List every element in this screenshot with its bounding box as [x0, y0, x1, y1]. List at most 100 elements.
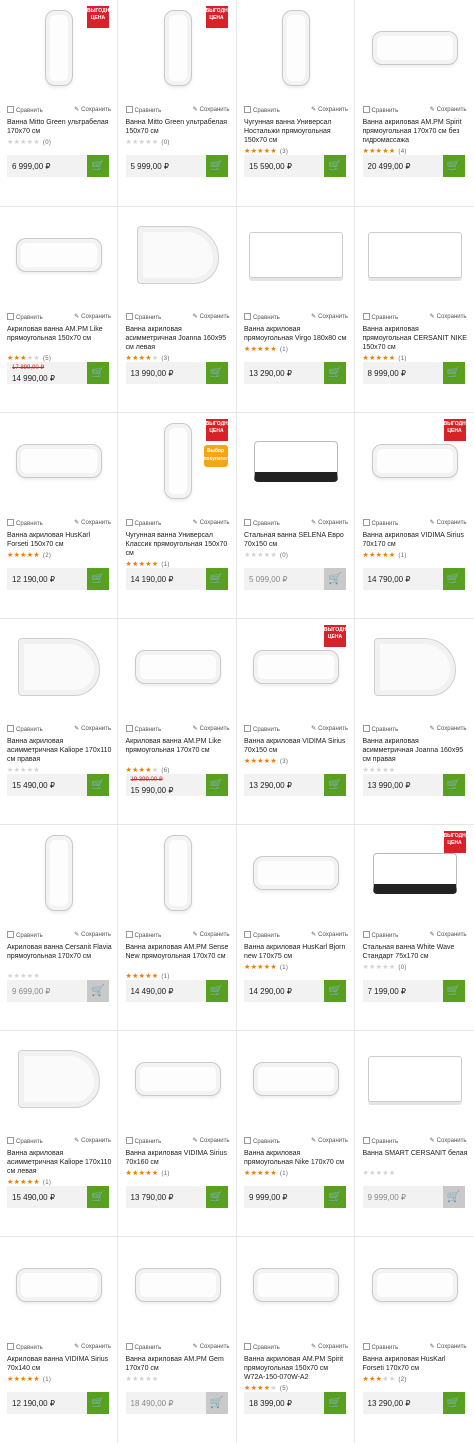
- add-to-cart-button[interactable]: 🛒: [87, 155, 109, 177]
- save-toggle[interactable]: ✎ Сохранить: [74, 106, 111, 114]
- compare-toggle[interactable]: Сравнить: [362, 725, 398, 733]
- save-toggle[interactable]: ✎ Сохранить: [311, 519, 348, 527]
- save-toggle[interactable]: ✎ Сохранить: [430, 1137, 467, 1145]
- add-to-cart-button[interactable]: 🛒: [205, 774, 228, 796]
- bathtub-image[interactable]: [45, 835, 73, 911]
- bathtub-image[interactable]: [134, 1268, 221, 1302]
- compare-toggle[interactable]: Сравнить: [362, 1343, 398, 1351]
- bathtub-image[interactable]: [282, 10, 310, 86]
- save-toggle[interactable]: ✎ Сохранить: [311, 1343, 348, 1351]
- save-toggle[interactable]: ✎ Сохранить: [193, 106, 230, 114]
- compare-toggle[interactable]: Сравнить: [125, 931, 161, 939]
- save-toggle[interactable]: ✎ Сохранить: [193, 725, 230, 733]
- compare-toggle[interactable]: Сравнить: [7, 1343, 43, 1351]
- bathtub-image[interactable]: [371, 31, 458, 65]
- save-toggle[interactable]: ✎ Сохранить: [430, 1343, 467, 1351]
- compare-toggle[interactable]: Сравнить: [362, 313, 398, 321]
- product-title[interactable]: Стальная ванна White Wave Стандарт 75х17…: [363, 943, 469, 961]
- save-toggle[interactable]: ✎ Сохранить: [430, 106, 467, 114]
- bathtub-image[interactable]: [249, 232, 343, 278]
- add-to-cart-button[interactable]: 🛒: [324, 362, 346, 384]
- add-to-cart-button[interactable]: 🛒: [205, 1186, 228, 1208]
- product-title[interactable]: Ванна акриловая VIDIMA Sirius 70х150 см: [244, 737, 350, 755]
- product-title[interactable]: Ванна акриловая прямоугольная Nike 170х7…: [244, 1149, 350, 1167]
- product-title[interactable]: Акриловая ванна AM.PM Like прямоугольная…: [126, 737, 232, 755]
- bathtub-image[interactable]: [367, 1056, 462, 1102]
- product-title[interactable]: Ванна акриловая прямоугольная CERSANIT N…: [363, 325, 469, 352]
- compare-toggle[interactable]: Сравнить: [362, 106, 398, 114]
- compare-toggle[interactable]: Сравнить: [362, 519, 398, 527]
- save-toggle[interactable]: ✎ Сохранить: [311, 725, 348, 733]
- compare-toggle[interactable]: Сравнить: [7, 1137, 43, 1145]
- bathtub-image[interactable]: [16, 238, 102, 272]
- bathtub-image[interactable]: [134, 1062, 221, 1096]
- product-title[interactable]: Ванна акриловая AM.PM Spirit прямоугольн…: [363, 118, 469, 145]
- product-title[interactable]: Ванна Mitto Green ультрабелая 150х70 см: [126, 118, 232, 136]
- compare-toggle[interactable]: Сравнить: [125, 1137, 161, 1145]
- save-toggle[interactable]: ✎ Сохранить: [311, 313, 348, 321]
- save-toggle[interactable]: ✎ Сохранить: [430, 313, 467, 321]
- save-toggle[interactable]: ✎ Сохранить: [74, 931, 111, 939]
- compare-toggle[interactable]: Сравнить: [7, 725, 43, 733]
- add-to-cart-button[interactable]: 🛒: [205, 980, 228, 1002]
- save-toggle[interactable]: ✎ Сохранить: [193, 1137, 230, 1145]
- add-to-cart-button[interactable]: 🛒: [442, 980, 465, 1002]
- bathtub-image[interactable]: [45, 10, 73, 86]
- add-to-cart-button[interactable]: 🛒: [205, 568, 228, 590]
- bathtub-image[interactable]: [367, 232, 462, 278]
- product-title[interactable]: Ванна акриловая VIDIMA Sirius 70х160 см: [126, 1149, 232, 1167]
- compare-toggle[interactable]: Сравнить: [125, 1343, 161, 1351]
- compare-toggle[interactable]: Сравнить: [7, 519, 43, 527]
- save-toggle[interactable]: ✎ Сохранить: [193, 931, 230, 939]
- add-to-cart-button[interactable]: 🛒: [324, 774, 346, 796]
- product-title[interactable]: Ванна Mitto Green ультрабелая 170х70 см: [7, 118, 113, 136]
- save-toggle[interactable]: ✎ Сохранить: [193, 519, 230, 527]
- product-title[interactable]: Ванна акриловая AM.PM Gem 170х70 см: [126, 1355, 232, 1373]
- compare-toggle[interactable]: Сравнить: [125, 725, 161, 733]
- save-toggle[interactable]: ✎ Сохранить: [74, 313, 111, 321]
- bathtub-image[interactable]: [372, 852, 457, 894]
- add-to-cart-button[interactable]: 🛒: [442, 155, 465, 177]
- add-to-cart-button[interactable]: 🛒: [442, 1186, 465, 1208]
- product-title[interactable]: Ванна акриловая асимметричная Kaliope 17…: [7, 1149, 113, 1176]
- compare-toggle[interactable]: Сравнить: [244, 931, 280, 939]
- bathtub-image[interactable]: [253, 856, 339, 890]
- product-title[interactable]: Чугунная ванна Универсал Классик прямоуг…: [126, 531, 232, 558]
- product-title[interactable]: Ванна акриловая HusKarl Forseti 170х70 с…: [363, 1355, 469, 1373]
- bathtub-image[interactable]: [163, 10, 192, 86]
- compare-toggle[interactable]: Сравнить: [7, 931, 43, 939]
- add-to-cart-button[interactable]: 🛒: [87, 362, 109, 384]
- bathtub-image[interactable]: [253, 1268, 339, 1302]
- save-toggle[interactable]: ✎ Сохранить: [74, 1343, 111, 1351]
- compare-toggle[interactable]: Сравнить: [244, 106, 280, 114]
- bathtub-image[interactable]: [254, 440, 338, 482]
- bathtub-image[interactable]: [16, 444, 102, 478]
- save-toggle[interactable]: ✎ Сохранить: [311, 931, 348, 939]
- add-to-cart-button[interactable]: 🛒: [87, 1392, 109, 1414]
- add-to-cart-button[interactable]: 🛒: [324, 980, 346, 1002]
- save-toggle[interactable]: ✎ Сохранить: [430, 519, 467, 527]
- compare-toggle[interactable]: Сравнить: [125, 313, 161, 321]
- save-toggle[interactable]: ✎ Сохранить: [193, 313, 230, 321]
- save-toggle[interactable]: ✎ Сохранить: [74, 1137, 111, 1145]
- save-toggle[interactable]: ✎ Сохранить: [311, 1137, 348, 1145]
- compare-toggle[interactable]: Сравнить: [7, 313, 43, 321]
- product-title[interactable]: Чугунная ванна Универсал Ностальжи прямо…: [244, 118, 350, 145]
- bathtub-image[interactable]: [371, 444, 458, 478]
- bathtub-image[interactable]: [373, 638, 456, 696]
- product-title[interactable]: Ванна акриловая асимметричная Joanna 160…: [363, 737, 469, 764]
- bathtub-image[interactable]: [253, 650, 339, 684]
- product-title[interactable]: Ванна акриловая AM.PM Sense New прямоуго…: [126, 943, 232, 961]
- bathtub-image[interactable]: [163, 423, 192, 499]
- product-title[interactable]: Ванна акриловая AM.PM Spirit прямоугольн…: [244, 1355, 350, 1382]
- compare-toggle[interactable]: Сравнить: [244, 1343, 280, 1351]
- product-title[interactable]: Ванна акриловая HusKarl Bjorn new 170х75…: [244, 943, 350, 961]
- save-toggle[interactable]: ✎ Сохранить: [74, 725, 111, 733]
- add-to-cart-button[interactable]: 🛒: [442, 362, 465, 384]
- compare-toggle[interactable]: Сравнить: [244, 725, 280, 733]
- bathtub-image[interactable]: [136, 226, 219, 284]
- save-toggle[interactable]: ✎ Сохранить: [311, 106, 348, 114]
- add-to-cart-button[interactable]: 🛒: [87, 1186, 109, 1208]
- product-title[interactable]: Ванна акриловая асимметричная Joanna 160…: [126, 325, 232, 352]
- save-toggle[interactable]: ✎ Сохранить: [74, 519, 111, 527]
